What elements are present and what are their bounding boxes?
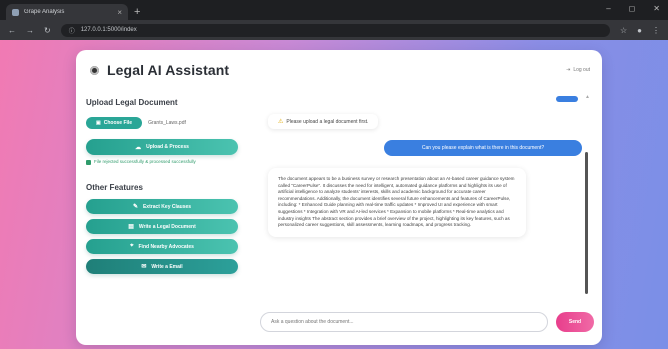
upload-status: File rejected successfully & processed s… — [86, 159, 242, 165]
tab-title: Grape Analysis — [24, 9, 65, 15]
upload-section-title: Upload Legal Document — [86, 98, 178, 107]
bookmark-icon[interactable]: ☆ — [620, 26, 627, 35]
address-text: 127.0.0.1:5000/index — [80, 27, 137, 33]
close-window-icon[interactable]: ✕ — [653, 4, 660, 13]
page-background: Legal AI Assistant ⇥ Log out Upload Lega… — [0, 40, 668, 349]
mail-icon: ✉ — [141, 264, 147, 270]
chat-scrollbar[interactable] — [585, 152, 588, 294]
app-header: Legal AI Assistant — [90, 62, 229, 78]
scroll-up-icon[interactable]: ▲ — [585, 94, 590, 100]
extract-clauses-button[interactable]: ✎ Extract Key Clauses — [86, 199, 238, 214]
selected-file-name: Grants_Laws.pdf — [148, 120, 186, 126]
assistant-response: The document appears to be a business su… — [268, 168, 526, 237]
info-icon: ⓘ — [68, 28, 75, 35]
warning-icon: ⚠ — [278, 119, 284, 125]
choose-file-button[interactable]: ▣ Choose File — [86, 117, 143, 129]
find-advocates-button[interactable]: ⌖ Find Nearby Advocates — [86, 239, 238, 254]
user-message: Can you please explain what is there in … — [384, 140, 582, 156]
other-features-title: Other Features — [86, 183, 143, 192]
reload-icon[interactable]: ↻ — [44, 26, 51, 35]
upload-icon: ☁ — [135, 144, 142, 151]
previous-user-message — [556, 96, 578, 102]
send-button[interactable]: Send — [556, 312, 594, 332]
check-icon — [86, 160, 91, 165]
favicon-icon — [12, 8, 19, 16]
location-icon: ⌖ — [130, 243, 134, 249]
menu-icon[interactable]: ⋮ — [652, 26, 660, 35]
logout-link[interactable]: ⇥ Log out — [566, 67, 590, 73]
upload-process-button[interactable]: ☁ Upload & Process — [86, 139, 238, 155]
page-title: Legal AI Assistant — [107, 62, 230, 78]
sidebar: Upload Legal Document ▣ Choose File Gran… — [86, 98, 242, 274]
write-document-button[interactable]: ▤ Write a Legal Document — [86, 219, 238, 234]
pen-icon: ✎ — [132, 204, 138, 210]
folder-icon: ▣ — [96, 120, 101, 126]
window-controls: – ◻ ✕ — [606, 4, 660, 13]
write-email-button[interactable]: ✉ Write a Email — [86, 259, 238, 274]
question-input[interactable] — [260, 312, 548, 332]
app-card: Legal AI Assistant ⇥ Log out Upload Lega… — [76, 50, 602, 345]
assistant-message: ⚠ Please upload a legal document first. — [268, 114, 379, 129]
composer: Send — [260, 312, 594, 332]
address-bar[interactable]: ⓘ 127.0.0.1:5000/index — [60, 23, 610, 37]
tab-close-icon[interactable]: × — [117, 8, 122, 17]
scale-icon — [90, 65, 99, 75]
maximize-icon[interactable]: ◻ — [629, 4, 636, 13]
logout-icon: ⇥ — [566, 67, 571, 73]
forward-icon[interactable]: → — [26, 26, 34, 35]
chat-area[interactable]: ▲ ⚠ Please upload a legal document first… — [262, 94, 592, 296]
browser-tab-strip: Grape Analysis × + – ◻ ✕ — [0, 0, 668, 20]
document-icon: ▤ — [128, 224, 134, 230]
feature-list: ✎ Extract Key Clauses ▤ Write a Legal Do… — [86, 199, 242, 274]
browser-tab[interactable]: Grape Analysis × — [6, 4, 128, 20]
file-picker: ▣ Choose File Grants_Laws.pdf — [86, 117, 242, 129]
minimize-icon[interactable]: – — [606, 4, 610, 13]
new-tab-icon[interactable]: + — [134, 6, 140, 18]
profile-icon[interactable]: ● — [637, 26, 642, 35]
back-icon[interactable]: ← — [8, 26, 16, 35]
browser-toolbar: ← → ↻ ⓘ 127.0.0.1:5000/index ☆ ● ⋮ — [0, 20, 668, 40]
